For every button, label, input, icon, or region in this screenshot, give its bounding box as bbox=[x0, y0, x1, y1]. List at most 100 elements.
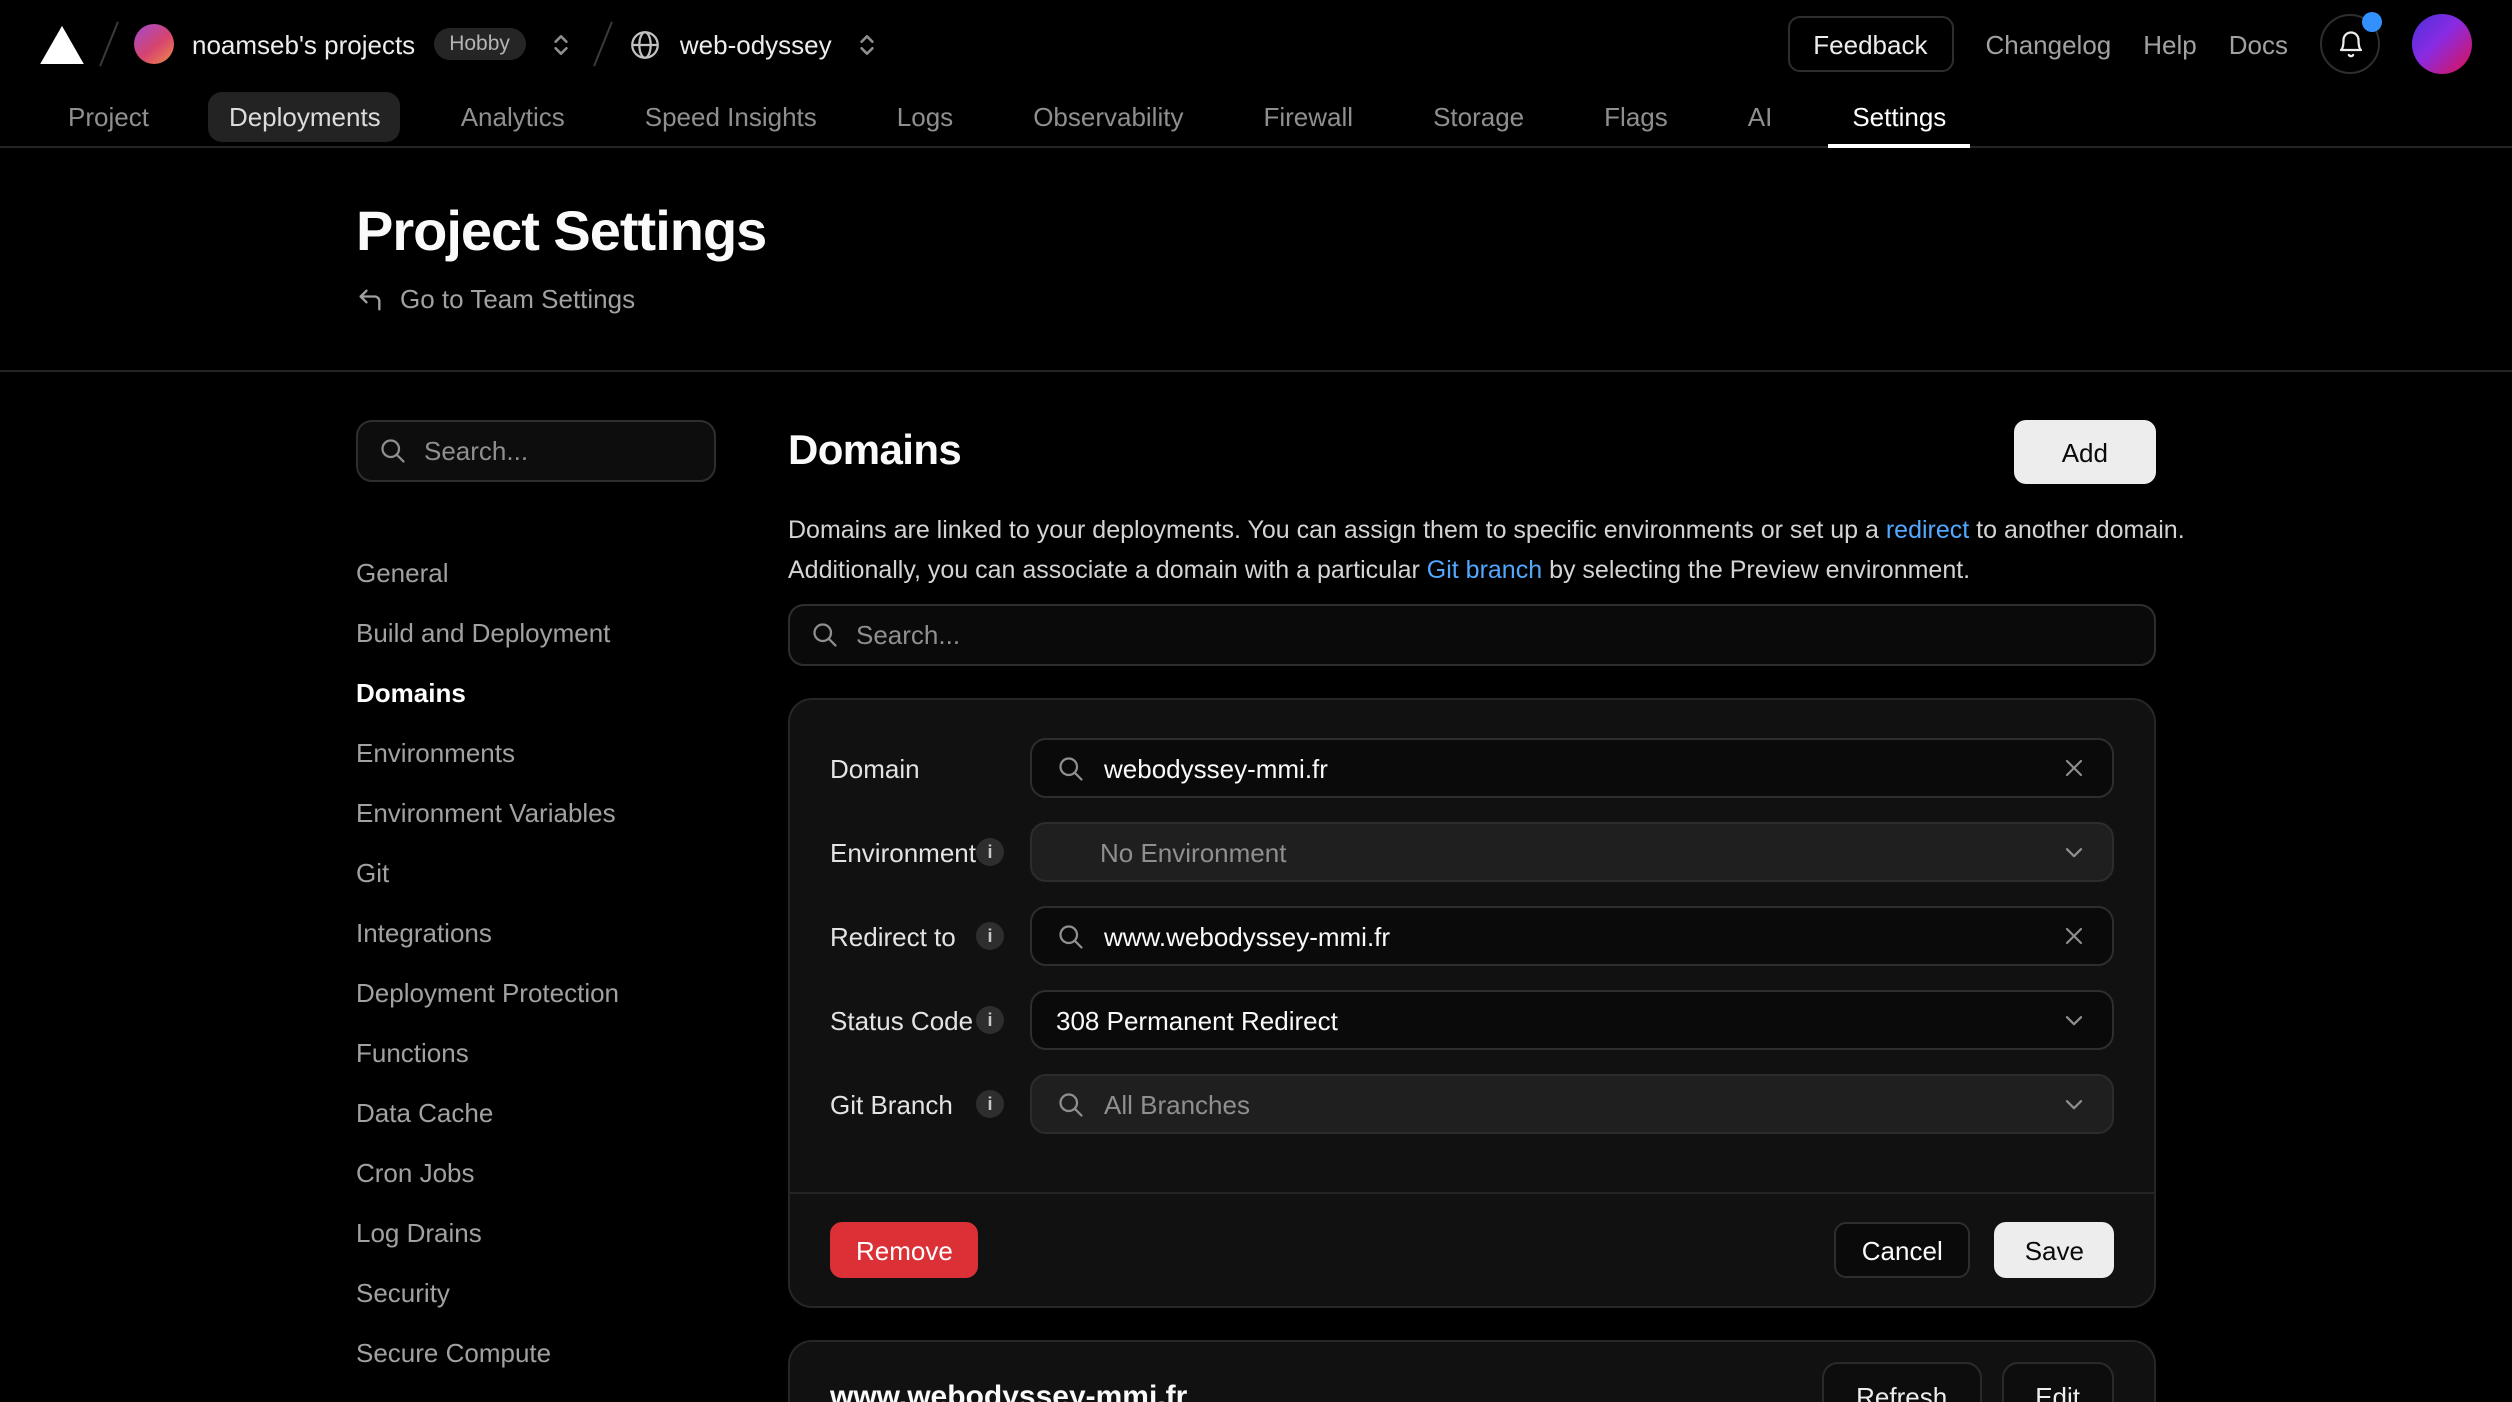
search-icon bbox=[1056, 753, 1086, 783]
tab-label: Logs bbox=[877, 92, 973, 142]
domain-label: Domain bbox=[830, 753, 920, 783]
description-text: by selecting the Preview environment. bbox=[1542, 556, 1970, 584]
project-name[interactable]: web-odyssey bbox=[680, 29, 832, 59]
sidebar-item-label: Git bbox=[356, 857, 389, 887]
clear-redirect-icon[interactable] bbox=[2060, 922, 2088, 950]
add-domain-button[interactable]: Add bbox=[2014, 420, 2156, 484]
team-breadcrumb[interactable]: noamseb's projects Hobby bbox=[134, 24, 578, 64]
feedback-button[interactable]: Feedback bbox=[1787, 16, 1953, 72]
sidebar-search[interactable] bbox=[356, 420, 716, 482]
tab-settings[interactable]: Settings bbox=[1812, 88, 1986, 146]
user-avatar[interactable] bbox=[2412, 14, 2472, 74]
tab-speed-insights[interactable]: Speed Insights bbox=[605, 88, 857, 146]
tab-project[interactable]: Project bbox=[28, 88, 189, 146]
info-icon[interactable] bbox=[976, 838, 1004, 866]
inline-link-git-branch[interactable]: Git branch bbox=[1427, 556, 1542, 584]
sidebar-item-label: General bbox=[356, 557, 449, 587]
description-text: Additionally, you can associate a domain… bbox=[788, 556, 1427, 584]
sidebar-item-data-cache[interactable]: Data Cache bbox=[356, 1082, 716, 1142]
sidebar-item-secure-compute[interactable]: Secure Compute bbox=[356, 1322, 716, 1382]
sidebar-item-general[interactable]: General bbox=[356, 542, 716, 602]
redirect-row: Redirect to bbox=[830, 906, 2114, 966]
page-header: Project Settings Go to Team Settings bbox=[0, 148, 2512, 372]
sidebar-item-deployment-protection[interactable]: Deployment Protection bbox=[356, 962, 716, 1022]
domain-input[interactable] bbox=[1104, 753, 2042, 783]
sidebar-item-environments[interactable]: Environments bbox=[356, 722, 716, 782]
status-code-value: 308 Permanent Redirect bbox=[1056, 1005, 2042, 1035]
sidebar-item-log-drains[interactable]: Log Drains bbox=[356, 1202, 716, 1262]
tab-flags[interactable]: Flags bbox=[1564, 88, 1708, 146]
sidebar-item-integrations[interactable]: Integrations bbox=[356, 902, 716, 962]
domain-card-title: www.webodyssey-mmi.fr bbox=[830, 1379, 1187, 1402]
sidebar-item-security[interactable]: Security bbox=[356, 1262, 716, 1322]
docs-link[interactable]: Docs bbox=[2229, 29, 2288, 59]
team-name[interactable]: noamseb's projects bbox=[192, 29, 415, 59]
redirect-label: Redirect to bbox=[830, 921, 956, 951]
redirect-input[interactable] bbox=[1104, 921, 2042, 951]
info-icon[interactable] bbox=[976, 922, 1004, 950]
project-switcher-chevrons-icon[interactable] bbox=[850, 27, 884, 61]
sidebar-item-environment-variables[interactable]: Environment Variables bbox=[356, 782, 716, 842]
plan-badge: Hobby bbox=[433, 28, 526, 61]
sidebar-item-cron-jobs[interactable]: Cron Jobs bbox=[356, 1142, 716, 1202]
info-icon[interactable] bbox=[976, 1090, 1004, 1118]
breadcrumb-divider bbox=[593, 21, 613, 66]
redirect-field[interactable] bbox=[1030, 906, 2114, 966]
existing-domain-card: www.webodyssey-mmi.fr Refresh Edit bbox=[788, 1340, 2156, 1402]
sidebar-item-label: Domains bbox=[356, 677, 466, 707]
sidebar-item-domains[interactable]: Domains bbox=[356, 662, 716, 722]
tab-storage[interactable]: Storage bbox=[1393, 88, 1564, 146]
team-switcher-chevrons-icon[interactable] bbox=[544, 27, 578, 61]
remove-button[interactable]: Remove bbox=[830, 1222, 979, 1278]
sidebar-item-build-and-deployment[interactable]: Build and Deployment bbox=[356, 602, 716, 662]
tab-label: Deployments bbox=[209, 92, 401, 142]
tab-label: Settings bbox=[1832, 92, 1966, 142]
settings-sidebar: General Build and Deployment Domains Enviro… bbox=[356, 420, 716, 1402]
git-branch-row: Git Branch All Branches bbox=[830, 1074, 2114, 1134]
save-button[interactable]: Save bbox=[1995, 1222, 2114, 1278]
tab-label: Observability bbox=[1013, 92, 1203, 142]
section-heading: Domains bbox=[788, 428, 961, 476]
sidebar-item-git[interactable]: Git bbox=[356, 842, 716, 902]
tab-firewall[interactable]: Firewall bbox=[1223, 88, 1393, 146]
page-title: Project Settings bbox=[356, 200, 2156, 264]
changelog-link[interactable]: Changelog bbox=[1985, 29, 2111, 59]
help-link[interactable]: Help bbox=[2143, 29, 2197, 59]
refresh-button[interactable]: Refresh bbox=[1822, 1362, 1981, 1402]
clear-domain-icon[interactable] bbox=[2060, 754, 2088, 782]
go-to-team-settings-link[interactable]: Go to Team Settings bbox=[356, 284, 635, 314]
cancel-button[interactable]: Cancel bbox=[1834, 1222, 1971, 1278]
notifications-button[interactable] bbox=[2320, 14, 2380, 74]
vercel-logo-icon[interactable] bbox=[40, 24, 84, 64]
environment-select[interactable]: No Environment bbox=[1030, 822, 2114, 882]
status-code-row: Status Code 308 Permanent Redirect bbox=[830, 990, 2114, 1050]
domains-search[interactable] bbox=[788, 604, 2156, 666]
git-branch-value: All Branches bbox=[1104, 1089, 2042, 1119]
environment-label: Environment bbox=[830, 837, 976, 867]
inline-link-redirect[interactable]: redirect bbox=[1886, 516, 1969, 544]
tab-deployments[interactable]: Deployments bbox=[189, 88, 421, 146]
tab-label: AI bbox=[1728, 92, 1793, 142]
team-avatar bbox=[134, 24, 174, 64]
domains-search-input[interactable] bbox=[856, 620, 2134, 650]
domain-field[interactable] bbox=[1030, 738, 2114, 798]
status-code-select[interactable]: 308 Permanent Redirect bbox=[1030, 990, 2114, 1050]
sidebar-item-label: Secure Compute bbox=[356, 1337, 551, 1367]
tab-label: Firewall bbox=[1243, 92, 1373, 142]
sidebar-search-input[interactable] bbox=[424, 436, 694, 466]
project-breadcrumb[interactable]: web-odyssey bbox=[628, 27, 884, 61]
sidebar-item-label: Functions bbox=[356, 1037, 469, 1067]
notification-dot bbox=[2362, 12, 2382, 32]
tab-analytics[interactable]: Analytics bbox=[421, 88, 605, 146]
sidebar-item-label: Data Cache bbox=[356, 1097, 493, 1127]
tab-logs[interactable]: Logs bbox=[857, 88, 993, 146]
tab-ai[interactable]: AI bbox=[1708, 88, 1813, 146]
bell-icon bbox=[2335, 29, 2365, 59]
edit-button[interactable]: Edit bbox=[2001, 1362, 2114, 1402]
search-icon bbox=[1056, 1089, 1086, 1119]
git-branch-select[interactable]: All Branches bbox=[1030, 1074, 2114, 1134]
info-icon[interactable] bbox=[976, 1006, 1004, 1034]
sidebar-item-functions[interactable]: Functions bbox=[356, 1022, 716, 1082]
top-bar: noamseb's projects Hobby web-odyssey Fee… bbox=[0, 0, 2512, 88]
tab-observability[interactable]: Observability bbox=[993, 88, 1223, 146]
